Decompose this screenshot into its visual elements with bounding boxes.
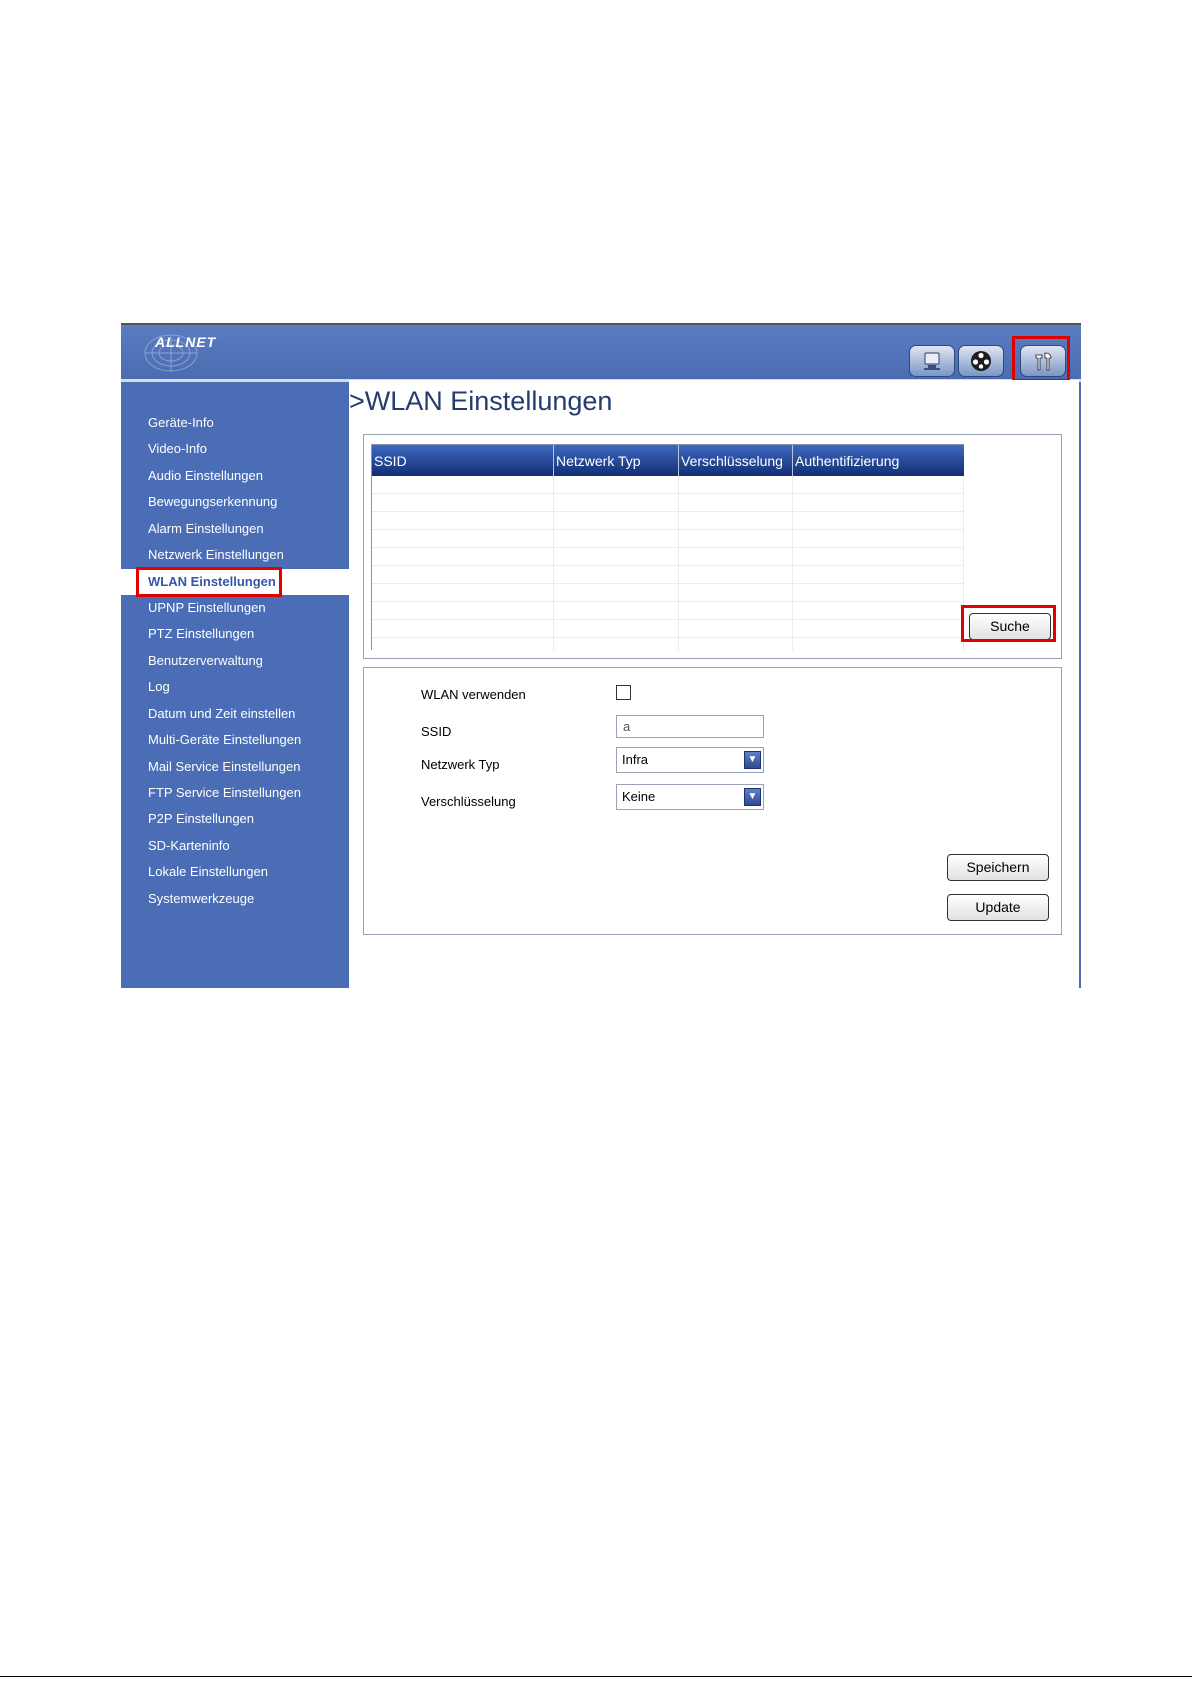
ssid-label: SSID	[421, 724, 452, 739]
network-type-value: Infra	[622, 752, 649, 767]
sidebar-item-ftp-service[interactable]: FTP Service Einstellungen	[121, 780, 349, 806]
table-row	[372, 601, 964, 602]
column-header-ssid: SSID	[374, 453, 407, 469]
column-header-authentication: Authentifizierung	[792, 445, 964, 476]
page-title: >WLAN Einstellungen	[349, 386, 613, 416]
save-button[interactable]: Speichern	[947, 854, 1049, 881]
table-row	[372, 637, 964, 638]
sidebar-item-system-tools[interactable]: Systemwerkzeuge	[121, 886, 349, 912]
table-row	[372, 493, 964, 494]
sidebar-item-network[interactable]: Netzwerk Einstellungen	[121, 542, 349, 568]
sidebar-item-mail-service[interactable]: Mail Service Einstellungen	[121, 754, 349, 780]
sidebar-item-local-settings[interactable]: Lokale Einstellungen	[121, 859, 349, 885]
table-row	[372, 529, 964, 530]
sidebar-item-p2p[interactable]: P2P Einstellungen	[121, 806, 349, 832]
logo-text: ALLNET	[155, 334, 217, 350]
playback-button[interactable]	[958, 345, 1004, 377]
table-row	[372, 583, 964, 584]
encryption-label: Verschlüsselung	[421, 794, 516, 809]
sidebar-item-video-info[interactable]: Video-Info	[121, 436, 349, 462]
wlan-scan-table: SSID Netzwerk Typ Verschlüsselung Authen…	[371, 444, 964, 651]
main-content: >WLAN Einstellungen SSID Netzwerk Typ Ve…	[349, 380, 1079, 988]
column-header-encryption: Verschlüsselung	[678, 445, 792, 476]
ssid-input[interactable]	[616, 715, 764, 738]
wlan-scan-panel: SSID Netzwerk Typ Verschlüsselung Authen…	[363, 434, 1062, 659]
top-header: ALLNET	[121, 323, 1081, 382]
wlan-enable-label: WLAN verwenden	[421, 687, 526, 702]
sidebar-item-multi-device[interactable]: Multi-Geräte Einstellungen	[121, 727, 349, 753]
wlan-enable-checkbox[interactable]	[616, 685, 631, 700]
sidebar-item-motion-detection[interactable]: Bewegungserkennung	[121, 489, 349, 515]
sidebar-item-user-management[interactable]: Benutzerverwaltung	[121, 648, 349, 674]
playback-icon	[971, 351, 991, 371]
table-header: SSID Netzwerk Typ Verschlüsselung Authen…	[372, 445, 964, 476]
settings-tools-button[interactable]	[1020, 345, 1066, 377]
sidebar-item-sd-card-info[interactable]: SD-Karteninfo	[121, 833, 349, 859]
table-row	[372, 547, 964, 548]
encryption-select[interactable]: Keine ▼	[616, 784, 764, 810]
encryption-value: Keine	[622, 789, 656, 804]
sidebar-item-alarm[interactable]: Alarm Einstellungen	[121, 516, 349, 542]
sidebar-item-date-time[interactable]: Datum und Zeit einstellen	[121, 701, 349, 727]
chevron-down-icon: ▼	[744, 751, 761, 769]
network-type-label: Netzwerk Typ	[421, 757, 500, 772]
column-header-network-type: Netzwerk Typ	[553, 445, 678, 476]
sidebar-item-log[interactable]: Log	[121, 674, 349, 700]
table-row	[372, 511, 964, 512]
search-button[interactable]: Suche	[969, 613, 1051, 640]
sidebar-item-geraete-info[interactable]: Geräte-Info	[121, 410, 349, 436]
sidebar-menu: Geräte-Info Video-Info Audio Einstellung…	[121, 380, 349, 988]
camera-web-ui: ALLNET Geräte-Info Video-Info Audio Eins…	[121, 323, 1081, 988]
network-type-select[interactable]: Infra ▼	[616, 747, 764, 773]
table-grid-line	[553, 476, 554, 651]
table-row	[372, 565, 964, 566]
sidebar-item-upnp[interactable]: UPNP Einstellungen	[121, 595, 349, 621]
sidebar-item-ptz[interactable]: PTZ Einstellungen	[121, 621, 349, 647]
sidebar-item-audio[interactable]: Audio Einstellungen	[121, 463, 349, 489]
chevron-down-icon: ▼	[744, 788, 761, 806]
table-row	[372, 619, 964, 620]
sidebar-item-wlan[interactable]: WLAN Einstellungen	[121, 569, 349, 595]
table-grid-line	[678, 476, 679, 651]
table-grid-line	[792, 476, 793, 651]
settings-tools-icon	[1035, 352, 1052, 371]
live-view-icon	[924, 352, 940, 370]
update-button[interactable]: Update	[947, 894, 1049, 921]
wlan-settings-form: WLAN verwenden SSID Netzwerk Typ Infra ▼…	[363, 667, 1062, 935]
page-footer-rule	[0, 1676, 1192, 1677]
table-grid-line	[963, 476, 964, 651]
live-view-button[interactable]	[909, 345, 955, 377]
